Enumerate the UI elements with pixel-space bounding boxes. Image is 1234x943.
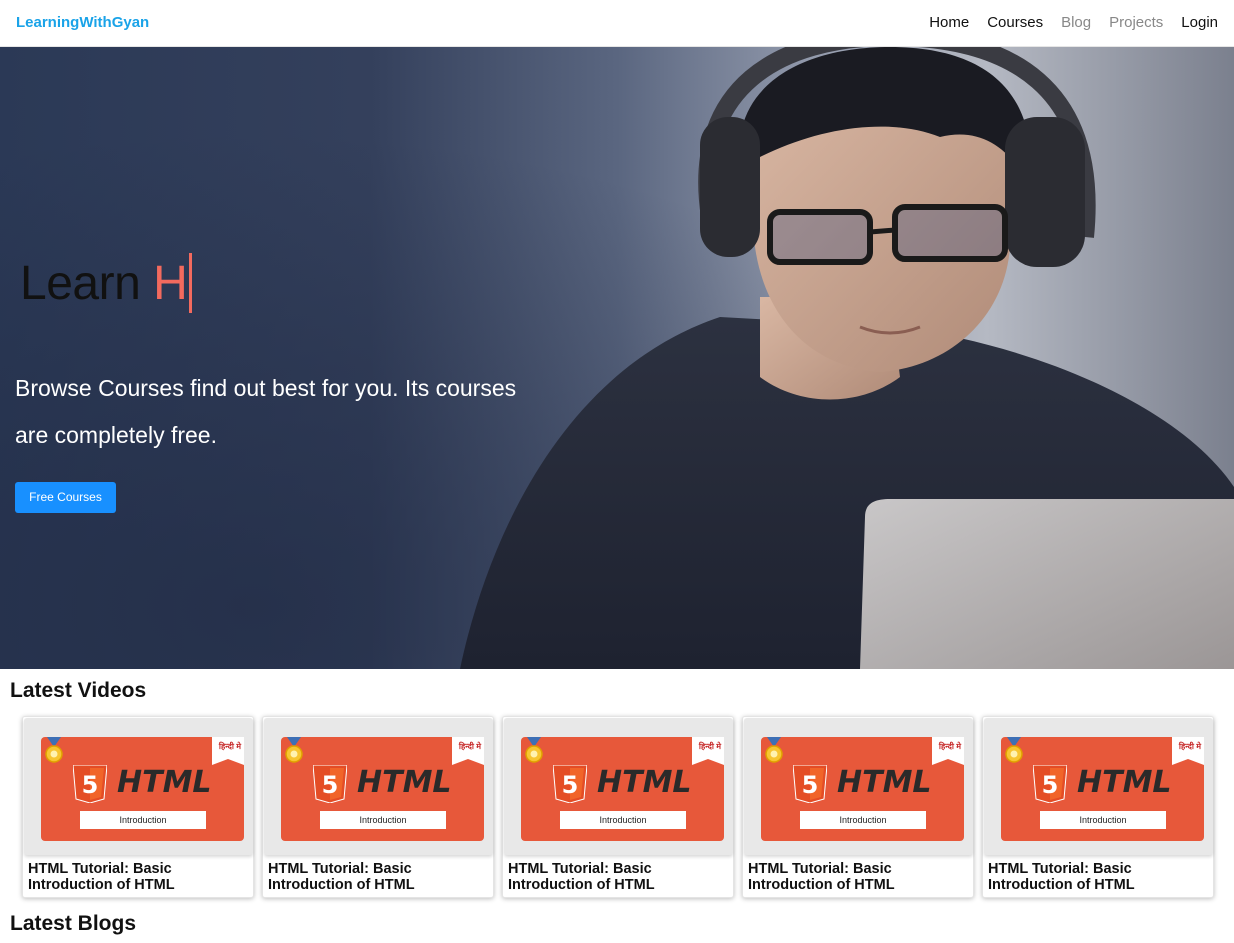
- nav-link-blog[interactable]: Blog: [1061, 14, 1091, 31]
- nav-link-login[interactable]: Login: [1181, 14, 1218, 31]
- html5-logo-icon: 5: [793, 765, 827, 803]
- thumbnail-badge-text: हिन्दी मे: [458, 742, 481, 751]
- video-thumbnail-frame: हिन्दी मे 5 HTML Introduction: [24, 718, 253, 855]
- svg-text:5: 5: [322, 771, 339, 799]
- html5-logo-icon: 5: [553, 765, 587, 803]
- html5-logo-icon: 5: [73, 765, 107, 803]
- html5-logo-icon: 5: [1033, 765, 1067, 803]
- thumbnail-caption: Introduction: [320, 811, 446, 829]
- latest-blogs-heading: Latest Blogs: [10, 912, 137, 935]
- hero-banner: Learn H Browse Courses find out best for…: [0, 47, 1234, 669]
- thumbnail-badge-text: हिन्दी मे: [938, 742, 961, 751]
- thumbnail-caption: Introduction: [800, 811, 926, 829]
- thumbnail-html-word: HTML: [1077, 765, 1172, 800]
- video-title[interactable]: HTML Tutorial: Basic Introduction of HTM…: [748, 861, 968, 893]
- thumbnail-badge-text: हिन्दी मे: [698, 742, 721, 751]
- brand-logo[interactable]: LearningWithGyan: [16, 14, 149, 31]
- video-thumbnail[interactable]: हिन्दी मे 5 HTML Introduction: [1001, 737, 1204, 841]
- thumbnail-caption: Introduction: [1040, 811, 1166, 829]
- free-courses-button[interactable]: Free Courses: [15, 482, 116, 513]
- video-list: हिन्दी मे 5 HTML Introduction HTML Tutor…: [22, 716, 1214, 898]
- medal-icon: [285, 737, 303, 763]
- medal-icon: [525, 737, 543, 763]
- medal-icon: [45, 737, 63, 763]
- video-thumbnail-frame: हिन्दी मे 5 HTML Introduction: [984, 718, 1213, 855]
- thumbnail-html-word: HTML: [357, 765, 452, 800]
- hero-heading: Learn H: [20, 253, 193, 313]
- html5-logo-icon: 5: [313, 765, 347, 803]
- video-title[interactable]: HTML Tutorial: Basic Introduction of HTM…: [268, 861, 488, 893]
- medal-icon: [765, 737, 783, 763]
- hero-person-image: [460, 47, 1234, 669]
- svg-text:5: 5: [562, 771, 579, 799]
- latest-videos-heading: Latest Videos: [10, 679, 147, 702]
- video-card[interactable]: हिन्दी मे 5 HTML Introduction HTML Tutor…: [982, 716, 1214, 898]
- video-thumbnail[interactable]: हिन्दी मे 5 HTML Introduction: [761, 737, 964, 841]
- medal-icon: [1005, 737, 1023, 763]
- thumbnail-badge-text: हिन्दी मे: [218, 742, 241, 751]
- video-title[interactable]: HTML Tutorial: Basic Introduction of HTM…: [988, 861, 1208, 893]
- svg-text:5: 5: [802, 771, 819, 799]
- nav-links: Home Courses Blog Projects Login: [929, 14, 1218, 31]
- video-title[interactable]: HTML Tutorial: Basic Introduction of HTM…: [508, 861, 728, 893]
- thumbnail-caption: Introduction: [560, 811, 686, 829]
- video-card[interactable]: हिन्दी मे 5 HTML Introduction HTML Tutor…: [22, 716, 254, 898]
- hero-subtitle: Browse Courses find out best for you. It…: [15, 375, 517, 448]
- video-thumbnail-frame: हिन्दी मे 5 HTML Introduction: [504, 718, 733, 855]
- video-title[interactable]: HTML Tutorial: Basic Introduction of HTM…: [28, 861, 248, 893]
- thumbnail-html-word: HTML: [117, 765, 212, 800]
- thumbnail-caption: Introduction: [80, 811, 206, 829]
- typing-cursor: [189, 253, 193, 313]
- navbar: LearningWithGyan Home Courses Blog Proje…: [0, 0, 1234, 47]
- video-thumbnail-frame: हिन्दी मे 5 HTML Introduction: [264, 718, 493, 855]
- thumbnail-badge-text: हिन्दी मे: [1178, 742, 1201, 751]
- video-thumbnail[interactable]: हिन्दी मे 5 HTML Introduction: [281, 737, 484, 841]
- nav-link-home[interactable]: Home: [929, 14, 969, 31]
- video-thumbnail[interactable]: हिन्दी मे 5 HTML Introduction: [521, 737, 724, 841]
- video-card[interactable]: हिन्दी मे 5 HTML Introduction HTML Tutor…: [742, 716, 974, 898]
- thumbnail-html-word: HTML: [597, 765, 692, 800]
- svg-text:5: 5: [82, 771, 99, 799]
- nav-link-courses[interactable]: Courses: [987, 14, 1043, 31]
- thumbnail-html-word: HTML: [837, 765, 932, 800]
- video-card[interactable]: हिन्दी मे 5 HTML Introduction HTML Tutor…: [262, 716, 494, 898]
- video-thumbnail[interactable]: हिन्दी मे 5 HTML Introduction: [41, 737, 244, 841]
- hero-heading-static: Learn: [20, 257, 141, 310]
- hero-heading-typed: H: [153, 257, 188, 310]
- video-thumbnail-frame: हिन्दी मे 5 HTML Introduction: [744, 718, 973, 855]
- svg-text:5: 5: [1042, 771, 1059, 799]
- nav-link-projects[interactable]: Projects: [1109, 14, 1163, 31]
- video-card[interactable]: हिन्दी मे 5 HTML Introduction HTML Tutor…: [502, 716, 734, 898]
